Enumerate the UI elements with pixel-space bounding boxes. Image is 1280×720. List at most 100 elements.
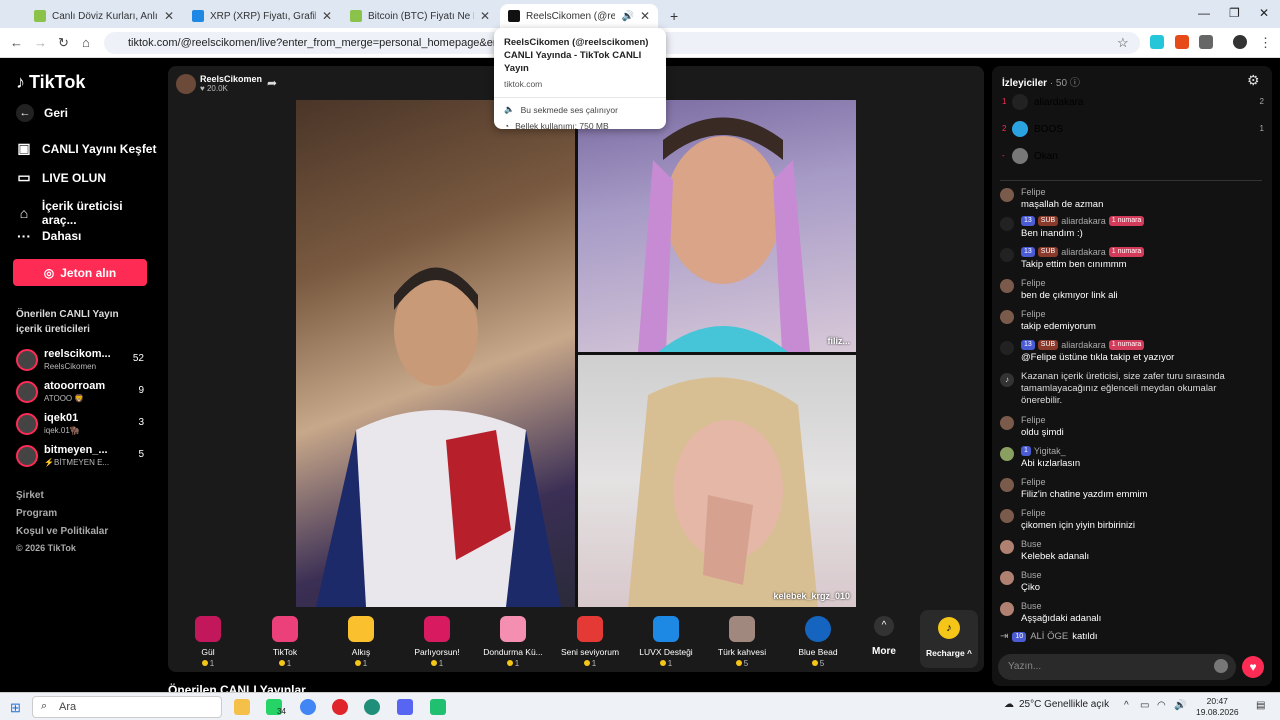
evil-eye-bead-icon <box>805 616 831 642</box>
tiktok-logo[interactable]: ♪ TikTok <box>16 72 85 93</box>
chat-username[interactable]: Felipe <box>1021 187 1046 197</box>
footer-link-terms[interactable]: Koşul ve Politikalar <box>16 526 108 537</box>
browser-tab-3[interactable]: Bitcoin (BTC) Fiyatı Ne Kadar? C ✕ <box>342 4 498 28</box>
chat-text: Takip ettim ben cınımmm <box>1021 259 1127 270</box>
tooltip-domain: tiktok.com <box>504 79 543 89</box>
chat-username[interactable]: Felipe <box>1021 309 1046 319</box>
new-tab-button[interactable]: + <box>662 4 682 28</box>
gift-item-rose[interactable]: Gül 1 <box>172 616 244 668</box>
chat-username[interactable]: 1 Yigitak_ <box>1021 446 1066 456</box>
top-viewer-item[interactable]: 1 aliardakara 2 <box>1002 94 1264 114</box>
chat-username[interactable]: Felipe <box>1021 477 1046 487</box>
file-explorer-icon[interactable] <box>234 699 250 715</box>
gift-item-tiktok[interactable]: TikTok 1 <box>249 616 321 668</box>
suggested-creator-item[interactable]: iqek01 iqek.01🦬 3 <box>16 412 150 440</box>
like-heart-button[interactable]: ♥ <box>1242 656 1264 678</box>
reload-icon[interactable]: ↻ <box>58 35 69 51</box>
video-player[interactable]: filiz... kelebek_krgz_010 <box>296 100 856 607</box>
top-viewer-item[interactable]: 2 BOOS 1 <box>1002 121 1264 141</box>
gift-item-turkish-coffee[interactable]: Türk kahvesi 5 <box>706 616 778 668</box>
chat-username[interactable]: 13 SUB aliardakara 1 numara <box>1021 340 1145 350</box>
emoji-icon[interactable] <box>1214 659 1228 673</box>
gear-icon[interactable]: ⚙ <box>1247 72 1260 89</box>
browser-menu-icon[interactable]: ⋮ <box>1259 35 1272 51</box>
chat-username[interactable]: Buse <box>1021 539 1042 549</box>
more-gifts-button[interactable]: ^ More <box>868 616 900 657</box>
speaker-icon[interactable]: 🔊 <box>621 11 633 22</box>
creator-name: iqek01 <box>44 412 79 424</box>
suggested-creator-item[interactable]: atooorroam ATOOO 🦁 9 <box>16 380 150 408</box>
chat-username[interactable]: Felipe <box>1021 278 1046 288</box>
close-window-icon[interactable]: ✕ <box>1259 6 1269 20</box>
host-info[interactable]: ReelsCikomen ♥ 20.0K <box>176 72 276 98</box>
opera-icon[interactable] <box>332 699 348 715</box>
footer-link-company[interactable]: Şirket <box>16 490 44 501</box>
extension-icon[interactable] <box>1150 35 1164 49</box>
home-icon[interactable]: ⌂ <box>82 35 90 50</box>
profile-avatar[interactable] <box>1233 35 1247 49</box>
gift-item-shining[interactable]: Parlıyorsun! 1 <box>401 616 473 668</box>
chatgpt-icon[interactable] <box>364 699 380 715</box>
chat-username[interactable]: Felipe <box>1021 415 1046 425</box>
close-tab-icon[interactable]: ✕ <box>322 9 332 23</box>
nav-more[interactable]: ··· Dahası <box>16 228 81 244</box>
coin-icon <box>735 660 742 666</box>
chat-username-text: Buse <box>1021 570 1042 580</box>
maximize-icon[interactable]: ❐ <box>1229 6 1240 20</box>
gift-item-ice-cream[interactable]: Dondurma Kü... 1 <box>477 616 549 668</box>
close-tab-icon[interactable]: ✕ <box>480 9 490 23</box>
browser-tab-active[interactable]: ReelsCikomen (@reelscikom 🔊 ✕ <box>500 4 658 28</box>
get-coins-button[interactable]: ◎ Jeton alın <box>13 259 147 286</box>
suggested-creator-item[interactable]: bitmeyen_... ⚡BİTMEYEN E... 5 <box>16 444 150 472</box>
close-tab-icon[interactable]: ✕ <box>640 9 650 23</box>
nav-live-explore[interactable]: ▣ CANLI Yayını Keşfet <box>16 140 156 157</box>
chat-text: Ben inandım :) <box>1021 228 1083 239</box>
gift-item-applause[interactable]: Alkış 1 <box>325 616 397 668</box>
network-icon[interactable]: ▭ <box>1140 700 1149 711</box>
windows-start-icon[interactable]: ⊞ <box>10 700 21 716</box>
forward-arrow-icon[interactable]: → <box>34 35 47 50</box>
taskbar-search[interactable]: ⌕ Ara <box>32 696 222 718</box>
taskbar-clock[interactable]: 20:47 19.08.2026 <box>1196 696 1239 718</box>
nav-label: LIVE OLUN <box>42 170 107 185</box>
nav-creator-tools[interactable]: ⌂ İçerik üreticisi araç... <box>16 199 160 227</box>
extensions-puzzle-icon[interactable] <box>1199 35 1213 49</box>
gift-item-love-you[interactable]: Seni seviyorum 1 <box>554 616 626 668</box>
tray-expand-icon[interactable]: ^ <box>1124 700 1129 711</box>
notifications-icon[interactable]: ▤ <box>1256 700 1265 711</box>
metamask-icon[interactable] <box>1175 35 1189 49</box>
nav-go-live[interactable]: ▭ LIVE OLUN <box>16 169 106 186</box>
viewers-header[interactable]: İzleyiciler · 50 ⓘ <box>1002 74 1080 89</box>
gift-item-luvx[interactable]: LUVX Desteği 1 <box>630 616 702 668</box>
wifi-icon[interactable]: ◠ <box>1157 700 1166 711</box>
suggested-creator-item[interactable]: reelscikom... ReelsCikomen 52 <box>16 348 150 376</box>
camera-icon: ▭ <box>17 169 31 185</box>
chat-input[interactable]: Yazın... <box>998 654 1236 680</box>
join-username[interactable]: ALİ ÖGE <box>1030 631 1068 642</box>
chrome-icon[interactable] <box>300 699 316 715</box>
volume-icon[interactable]: 🔊 <box>1174 700 1186 711</box>
top-viewer-item[interactable]: - Okan <box>1002 148 1264 168</box>
share-icon[interactable]: ➦ <box>267 76 277 90</box>
viewer-score: 2 <box>1259 97 1264 106</box>
browser-tab-1[interactable]: Canlı Döviz Kurları, Anlık Altın F ✕ <box>26 4 182 28</box>
back-link[interactable]: ← Geri <box>16 104 68 122</box>
chat-username[interactable]: Buse <box>1021 601 1042 611</box>
back-arrow-icon[interactable]: ← <box>10 35 23 50</box>
chat-username[interactable]: Buse <box>1021 570 1042 580</box>
bookmark-star-icon[interactable]: ☆ <box>1117 35 1129 51</box>
chat-username[interactable]: 13 SUB aliardakara 1 numara <box>1021 247 1145 257</box>
close-tab-icon[interactable]: ✕ <box>164 9 174 23</box>
app-icon[interactable] <box>430 699 446 715</box>
chat-username[interactable]: Felipe <box>1021 508 1046 518</box>
chat-input-placeholder: Yazın... <box>1008 661 1042 672</box>
gift-item-blue-bead[interactable]: Blue Bead 5 <box>782 616 854 668</box>
weather-widget[interactable]: ☁ 25°C Genellikle açık <box>1004 699 1109 710</box>
browser-tab-2[interactable]: XRP (XRP) Fiyatı, Grafikler, Piyas ✕ <box>184 4 340 28</box>
footer-link-program[interactable]: Program <box>16 508 57 519</box>
minimize-icon[interactable]: — <box>1198 6 1210 20</box>
discord-icon[interactable] <box>397 699 413 715</box>
recharge-button[interactable]: ♪ Recharge ^ <box>920 610 978 668</box>
more-dots-icon: ··· <box>17 228 31 244</box>
chat-username[interactable]: 13 SUB aliardakara 1 numara <box>1021 216 1145 226</box>
